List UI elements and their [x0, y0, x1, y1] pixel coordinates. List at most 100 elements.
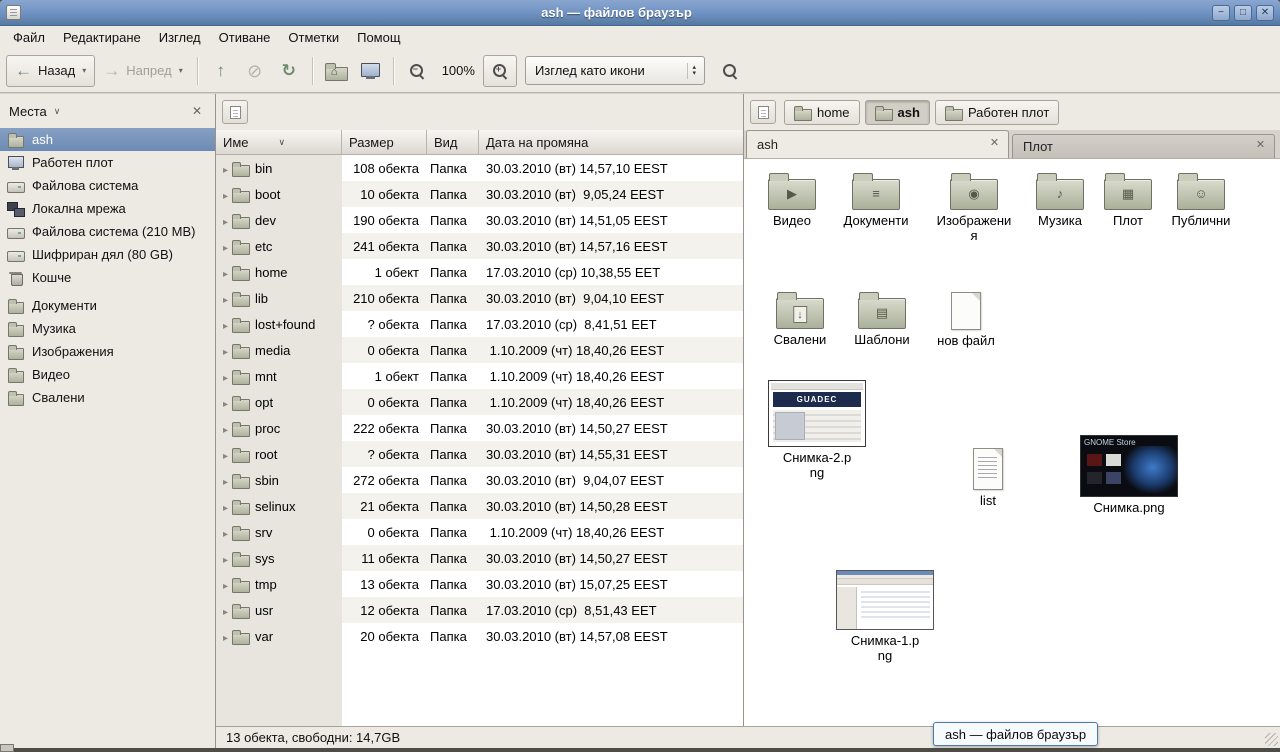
column-header-name[interactable]: Име ∨ — [216, 130, 342, 154]
sidebar-place-item[interactable]: Шифриран дял (80 GB) — [0, 243, 215, 266]
icon-item-new-file[interactable]: нов файл — [922, 292, 1010, 348]
breadcrumb-desktop[interactable]: Работен плот — [935, 100, 1059, 125]
file-row[interactable]: opt 0 обекта Папка 1.10.2009 (чт) 18,40,… — [216, 389, 743, 415]
sidebar-place-item[interactable]: Локална мрежа — [0, 197, 215, 220]
expander-icon[interactable] — [219, 499, 232, 514]
file-row[interactable]: srv 0 обекта Папка 1.10.2009 (чт) 18,40,… — [216, 519, 743, 545]
back-dropdown-icon[interactable]: ▾ — [82, 66, 86, 75]
expander-icon[interactable] — [219, 265, 232, 280]
sidebar-place-item[interactable]: Изображения — [0, 340, 215, 363]
up-button[interactable]: ↑ — [204, 55, 238, 87]
expander-icon[interactable] — [219, 395, 232, 410]
file-row[interactable]: selinux 21 обекта Папка 30.03.2010 (вт) … — [216, 493, 743, 519]
icon-item-pictures[interactable]: Изображения — [930, 173, 1018, 243]
reload-button[interactable]: ↻ — [272, 55, 306, 87]
expander-icon[interactable] — [219, 473, 232, 488]
icon-item-templates[interactable]: Шаблони — [838, 292, 926, 347]
home-button[interactable]: ⌂ — [319, 55, 353, 87]
file-row[interactable]: bin 108 обекта Папка 30.03.2010 (вт) 14,… — [216, 155, 743, 181]
sidebar-title[interactable]: Места — [9, 104, 47, 119]
menu-item[interactable]: Редактиране — [54, 27, 150, 48]
expander-icon[interactable] — [219, 525, 232, 540]
sidebar-place-item[interactable]: Документи — [0, 294, 215, 317]
menu-item[interactable]: Изглед — [150, 27, 210, 48]
expander-icon[interactable] — [219, 213, 232, 228]
expander-icon[interactable] — [219, 369, 232, 384]
search-button[interactable] — [713, 55, 747, 87]
tab-ash[interactable]: ash ✕ — [746, 130, 1009, 158]
titlebar[interactable]: ash — файлов браузър − □ ✕ — [0, 0, 1280, 26]
expander-icon[interactable] — [219, 187, 232, 202]
file-row[interactable]: dev 190 обекта Папка 30.03.2010 (вт) 14,… — [216, 207, 743, 233]
expander-icon[interactable] — [219, 343, 232, 358]
sidebar-close-icon[interactable]: ✕ — [188, 102, 206, 120]
icon-item-downloads[interactable]: Свалени — [756, 292, 844, 347]
expander-icon[interactable] — [219, 447, 232, 462]
maximize-button[interactable]: □ — [1234, 5, 1252, 21]
sidebar-place-item[interactable]: ash — [0, 128, 215, 151]
zoom-in-button[interactable]: + — [483, 55, 517, 87]
sidebar-place-item[interactable]: Файлова система (210 MB) — [0, 220, 215, 243]
sidebar-place-item[interactable]: Работен плот — [0, 151, 215, 174]
icon-item-public[interactable]: Публични — [1157, 173, 1245, 228]
column-header-date[interactable]: Дата на промяна — [479, 130, 743, 154]
file-row[interactable]: mnt 1 обект Папка 1.10.2009 (чт) 18,40,2… — [216, 363, 743, 389]
expander-icon[interactable] — [219, 239, 232, 254]
menu-item[interactable]: Отиване — [210, 27, 280, 48]
menu-item[interactable]: Помощ — [348, 27, 409, 48]
file-row[interactable]: etc 241 обекта Папка 30.03.2010 (вт) 14,… — [216, 233, 743, 259]
expander-icon[interactable] — [219, 603, 232, 618]
expander-icon[interactable] — [219, 161, 232, 176]
zoom-out-button[interactable]: − — [400, 55, 434, 87]
expander-icon[interactable] — [219, 577, 232, 592]
file-row[interactable]: sbin 272 обекта Папка 30.03.2010 (вт) 9,… — [216, 467, 743, 493]
file-row[interactable]: media 0 обекта Папка 1.10.2009 (чт) 18,4… — [216, 337, 743, 363]
file-row[interactable]: sys 11 обекта Папка 30.03.2010 (вт) 14,5… — [216, 545, 743, 571]
file-row[interactable]: root ? обекта Папка 30.03.2010 (вт) 14,5… — [216, 441, 743, 467]
sidebar-place-item[interactable]: Кошче — [0, 266, 215, 289]
close-button[interactable]: ✕ — [1256, 5, 1274, 21]
sidebar-dropdown-icon[interactable]: ∨ — [54, 106, 61, 117]
sidebar-place-item[interactable]: Файлова система — [0, 174, 215, 197]
location-toggle-button[interactable] — [750, 100, 776, 124]
icon-item-snimka1[interactable]: Снимка-1.png — [835, 570, 935, 663]
column-header-type[interactable]: Вид — [427, 130, 479, 154]
menu-item[interactable]: Файл — [4, 27, 54, 48]
file-row[interactable]: lib 210 обекта Папка 30.03.2010 (вт) 9,0… — [216, 285, 743, 311]
sidebar-place-item[interactable]: Музика — [0, 317, 215, 340]
file-row[interactable]: boot 10 обекта Папка 30.03.2010 (вт) 9,0… — [216, 181, 743, 207]
breadcrumb-ash[interactable]: ash — [865, 100, 930, 125]
file-row[interactable]: home 1 обект Папка 17.03.2010 (ср) 10,38… — [216, 259, 743, 285]
expander-icon[interactable] — [219, 317, 232, 332]
panel-corner-chip[interactable] — [0, 744, 14, 752]
expander-icon[interactable] — [219, 629, 232, 644]
expander-icon[interactable] — [219, 291, 232, 306]
icon-item-list[interactable]: list — [944, 448, 1032, 508]
icon-item-snimka[interactable]: GNOME Store Снимка.png — [1079, 435, 1179, 515]
file-row[interactable]: var 20 обекта Папка 30.03.2010 (вт) 14,5… — [216, 623, 743, 649]
back-button[interactable]: ← Назад ▾ — [6, 55, 95, 87]
sidebar-place-item[interactable]: Видео — [0, 363, 215, 386]
menu-item[interactable]: Отметки — [279, 27, 348, 48]
file-row[interactable]: proc 222 обекта Папка 30.03.2010 (вт) 14… — [216, 415, 743, 441]
tab-close-icon[interactable]: ✕ — [1253, 139, 1268, 154]
icon-item-video[interactable]: Видео — [748, 173, 836, 228]
expander-icon[interactable] — [219, 551, 232, 566]
tab-close-icon[interactable]: ✕ — [987, 137, 1002, 152]
minimize-button[interactable]: − — [1212, 5, 1230, 21]
icon-item-documents[interactable]: Документи — [832, 173, 920, 228]
forward-button[interactable]: → Напред ▾ — [95, 55, 190, 87]
file-row[interactable]: usr 12 обекта Папка 17.03.2010 (ср) 8,51… — [216, 597, 743, 623]
expander-icon[interactable] — [219, 421, 232, 436]
file-row[interactable]: lost+found ? обекта Папка 17.03.2010 (ср… — [216, 311, 743, 337]
breadcrumb-home[interactable]: home — [784, 100, 860, 125]
tab-desktop[interactable]: Плот ✕ — [1012, 134, 1275, 158]
file-row[interactable]: tmp 13 обекта Папка 30.03.2010 (вт) 15,0… — [216, 571, 743, 597]
sidebar-place-item[interactable]: Свалени — [0, 386, 215, 409]
stop-button[interactable]: ⊘ — [238, 55, 272, 87]
icon-item-snimka2[interactable]: GUADEC Снимка-2.png — [767, 380, 867, 480]
location-toggle-button[interactable] — [222, 100, 248, 124]
column-header-size[interactable]: Размер — [342, 130, 427, 154]
view-mode-selector[interactable]: Изглед като икони ▴▾ — [525, 56, 705, 85]
computer-button[interactable] — [353, 55, 387, 87]
